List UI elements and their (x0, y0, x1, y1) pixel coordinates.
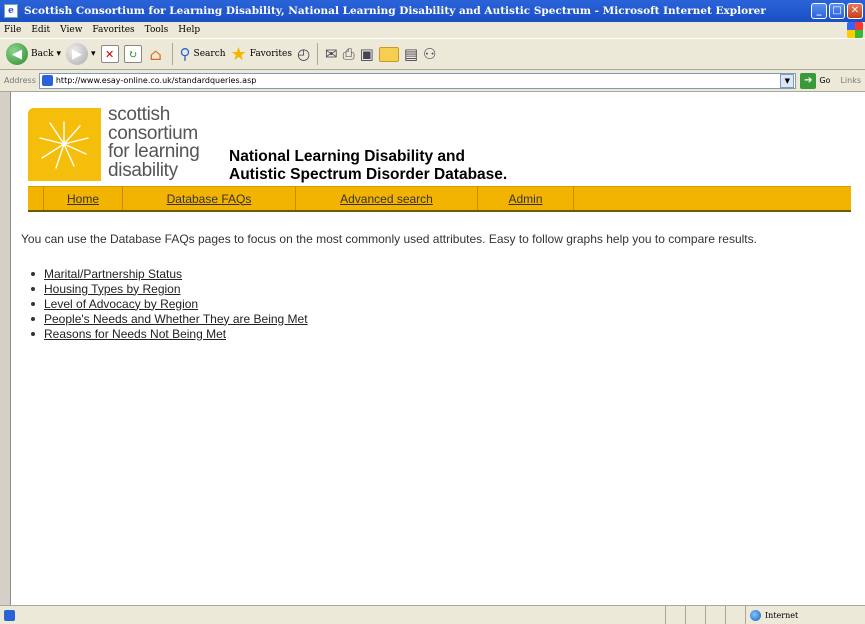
consortium-logo-wordmark: scottish consortium for learning disabil… (108, 104, 200, 181)
faq-link-advocacy-level[interactable]: Level of Advocacy by Region (44, 297, 198, 311)
nav-home[interactable]: Home (43, 187, 123, 210)
folder-icon[interactable] (378, 46, 399, 62)
address-bar: Address http://www.esay-online.co.uk/sta… (0, 70, 865, 92)
menu-help[interactable]: Help (178, 25, 200, 35)
status-segment (685, 606, 705, 624)
back-button[interactable]: ◀ Back ▾ (6, 43, 61, 65)
browser-toolbar: ◀ Back ▾ ▶ ▾ ✕ ↻ ⌂ ⚲ Search ★ Favorites … (0, 38, 865, 70)
mail-icon[interactable]: ✉ (325, 45, 338, 63)
status-segment (665, 606, 685, 624)
forward-button[interactable]: ▶ ▾ (66, 43, 96, 65)
window-controls: _ □ ✕ (811, 3, 863, 19)
faq-link-needs-not-met[interactable]: Reasons for Needs Not Being Met (44, 327, 226, 341)
history-icon[interactable]: ◴ (297, 45, 310, 63)
status-segment (725, 606, 745, 624)
back-arrow-icon: ◀ (6, 43, 28, 65)
status-bar: Internet (0, 605, 865, 624)
edit-icon[interactable]: ▣ (360, 45, 374, 63)
back-label: Back (31, 49, 54, 59)
bullet (31, 271, 35, 276)
logo-line: for learning (108, 141, 200, 162)
menu-bar: File Edit View Favorites Tools Help (0, 22, 865, 38)
list-item: Level of Advocacy by Region (31, 296, 308, 311)
forward-arrow-icon: ▶ (66, 43, 89, 65)
back-dropdown-icon[interactable]: ▾ (56, 49, 61, 59)
search-icon: ⚲ (179, 45, 191, 63)
windows-logo-icon (847, 22, 863, 38)
intro-text: You can use the Database FAQs pages to f… (21, 232, 757, 246)
links-button[interactable]: Links (840, 76, 861, 85)
minimize-button[interactable]: _ (811, 3, 827, 19)
bullet (31, 301, 35, 306)
status-page-icon (4, 609, 15, 621)
faq-link-peoples-needs[interactable]: People's Needs and Whether They are Bein… (44, 312, 308, 326)
address-dropdown-icon[interactable]: ▼ (780, 73, 795, 88)
site-title-line-1: National Learning Disability and (229, 148, 465, 165)
list-item: People's Needs and Whether They are Bein… (31, 311, 308, 326)
address-url: http://www.esay-online.co.uk/standardque… (55, 76, 257, 85)
site-header: scottish consortium for learning disabil… (28, 104, 865, 184)
logo-line: disability (108, 159, 178, 181)
list-item: Reasons for Needs Not Being Met (31, 326, 308, 341)
go-label: Go (819, 76, 831, 85)
forward-dropdown-icon[interactable]: ▾ (91, 49, 96, 59)
list-item: Housing Types by Region (31, 281, 308, 296)
page-icon (41, 75, 53, 86)
consortium-logo-icon (28, 108, 101, 181)
search-button[interactable]: ⚲ Search (180, 45, 226, 63)
menu-view[interactable]: View (60, 25, 82, 35)
go-button[interactable]: ➔ Go (800, 72, 831, 89)
menu-edit[interactable]: Edit (31, 25, 50, 35)
window-title: Scottish Consortium for Learning Disabil… (24, 5, 766, 17)
logo-line: scottish (108, 104, 171, 125)
menu-favorites[interactable]: Favorites (92, 25, 134, 35)
faq-link-marital-status[interactable]: Marital/Partnership Status (44, 267, 182, 281)
security-zone: Internet (745, 606, 865, 624)
favorites-label: Favorites (249, 49, 292, 59)
faq-link-list: Marital/Partnership Status Housing Types… (31, 266, 308, 341)
toolbar-separator (171, 43, 173, 65)
go-arrow-icon: ➔ (800, 72, 817, 89)
page-viewport: scottish consortium for learning disabil… (10, 92, 865, 605)
messenger-icon[interactable]: ⚇ (423, 45, 436, 63)
bullet (31, 286, 35, 291)
menu-tools[interactable]: Tools (145, 25, 169, 35)
close-button[interactable]: ✕ (847, 3, 863, 19)
faq-link-housing-types[interactable]: Housing Types by Region (44, 282, 181, 296)
bullet (31, 331, 35, 336)
favorites-button[interactable]: ★ Favorites (231, 44, 292, 65)
status-segment (705, 606, 725, 624)
home-icon[interactable]: ⌂ (147, 45, 165, 64)
bullet (31, 316, 35, 321)
address-input[interactable]: http://www.esay-online.co.uk/standardque… (38, 72, 797, 89)
site-navbar: Home Database FAQs Advanced search Admin (28, 186, 851, 212)
address-label: Address (4, 76, 36, 85)
list-item: Marital/Partnership Status (31, 266, 308, 281)
zone-label: Internet (765, 610, 799, 620)
site-title-line-2: Autistic Spectrum Disorder Database. (229, 166, 508, 183)
stop-icon[interactable]: ✕ (100, 45, 119, 63)
site-title: National Learning Disability and Autisti… (229, 148, 507, 184)
toolbar-separator (317, 43, 319, 65)
window-titlebar: e Scottish Consortium for Learning Disab… (0, 0, 865, 22)
menu-file[interactable]: File (4, 25, 21, 35)
nav-database-faqs[interactable]: Database FAQs (123, 187, 296, 210)
research-icon[interactable]: ▤ (404, 45, 418, 63)
globe-icon (750, 609, 761, 621)
refresh-icon[interactable]: ↻ (123, 45, 142, 63)
print-icon[interactable]: ⎙ (343, 45, 355, 63)
maximize-button[interactable]: □ (829, 3, 845, 19)
ie-page-icon: e (4, 4, 18, 18)
nav-advanced-search[interactable]: Advanced search (296, 187, 478, 210)
status-segments: Internet (665, 606, 865, 624)
nav-admin[interactable]: Admin (478, 187, 574, 210)
search-label: Search (193, 49, 226, 59)
favorites-star-icon: ★ (230, 43, 247, 65)
